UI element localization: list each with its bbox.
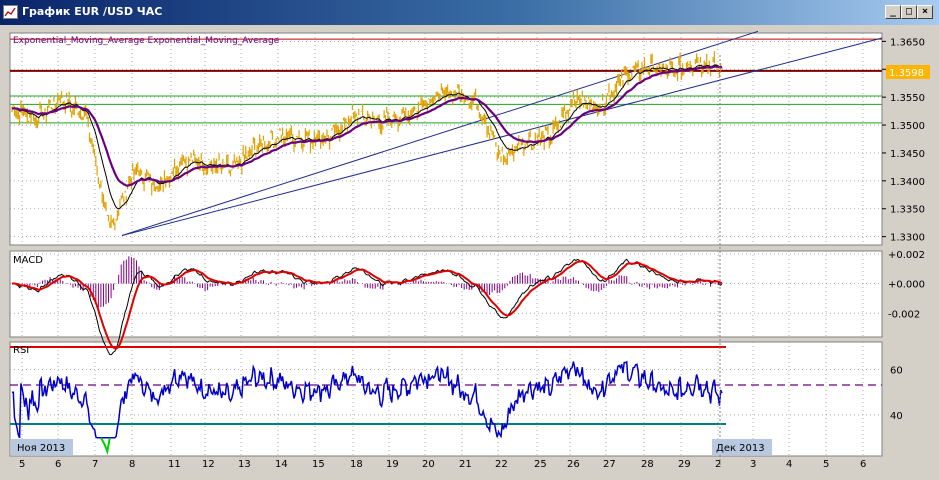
y-tick-label: 1.3350 <box>890 205 925 216</box>
x-tick-label: 21 <box>459 459 472 470</box>
main-panel <box>9 32 883 246</box>
x-tick-label: 4 <box>786 459 792 470</box>
x-tick-label: 3 <box>750 459 756 470</box>
current-price-label: 1.3598 <box>889 68 924 79</box>
rsi-tick-label: 40 <box>890 411 903 422</box>
chart-app-icon <box>3 5 18 19</box>
x-tick-label: 14 <box>275 459 288 470</box>
month-label-nov: Ноя 2013 <box>17 443 65 454</box>
minimize-button[interactable]: _ <box>885 5 901 19</box>
macd-label: MACD <box>13 255 43 266</box>
close-button[interactable]: × <box>917 5 933 19</box>
rsi-tick-label: 60 <box>890 365 903 376</box>
rsi-label: RSI <box>13 345 29 356</box>
month-label-dec: Дек 2013 <box>716 443 765 454</box>
y-tick-label: 1.3550 <box>890 93 925 104</box>
x-tick-label: 6 <box>55 459 61 470</box>
x-tick-label: 7 <box>92 459 98 470</box>
x-tick-label: 20 <box>422 459 435 470</box>
macd-y-axis: +0.002 +0.000 -0.002 <box>888 250 925 320</box>
x-tick-label: 6 <box>860 459 866 470</box>
x-tick-label: 25 <box>534 459 547 470</box>
x-tick-label: 13 <box>238 459 251 470</box>
y-tick-label: 1.3450 <box>890 149 925 160</box>
x-axis: 5 6 7 8 11 12 13 14 15 18 19 20 21 22 25 26 27 28 29 2 3 4 5 6 <box>19 459 866 470</box>
y-tick-label: 1.3400 <box>890 177 925 188</box>
y-tick-label: 1.3650 <box>890 37 925 48</box>
macd-tick-label: +0.000 <box>888 280 925 291</box>
x-tick-label: 19 <box>386 459 399 470</box>
rsi-y-axis: 60 40 <box>890 365 903 422</box>
x-tick-label: 8 <box>129 459 135 470</box>
x-tick-label: 22 <box>495 459 508 470</box>
macd-panel <box>9 250 883 338</box>
rsi-panel <box>9 341 883 457</box>
x-tick-label: 2 <box>715 459 721 470</box>
x-tick-label: 26 <box>567 459 580 470</box>
x-tick-label: 12 <box>202 459 215 470</box>
x-tick-label: 5 <box>823 459 829 470</box>
window-title: График EUR /USD ЧАС <box>22 5 163 18</box>
x-tick-label: 28 <box>641 459 654 470</box>
macd-tick-label: +0.002 <box>888 250 925 261</box>
x-tick-label: 11 <box>168 459 181 470</box>
x-tick-label: 5 <box>19 459 25 470</box>
chart-area: Exponential_Moving_Average Exponential_M… <box>9 30 930 470</box>
x-tick-label: 15 <box>312 459 325 470</box>
y-tick-label: 1.3500 <box>890 121 925 132</box>
window-titlebar: График EUR /USD ЧАС _ □ × <box>0 0 939 25</box>
x-tick-label: 18 <box>350 459 363 470</box>
x-tick-label: 27 <box>603 459 616 470</box>
macd-tick-label: -0.002 <box>888 309 920 320</box>
maximize-button[interactable]: □ <box>901 5 917 19</box>
y-tick-label: 1.3300 <box>890 233 925 244</box>
ema-indicator-label: Exponential_Moving_Average Exponential_M… <box>13 36 280 46</box>
x-tick-label: 29 <box>678 459 691 470</box>
